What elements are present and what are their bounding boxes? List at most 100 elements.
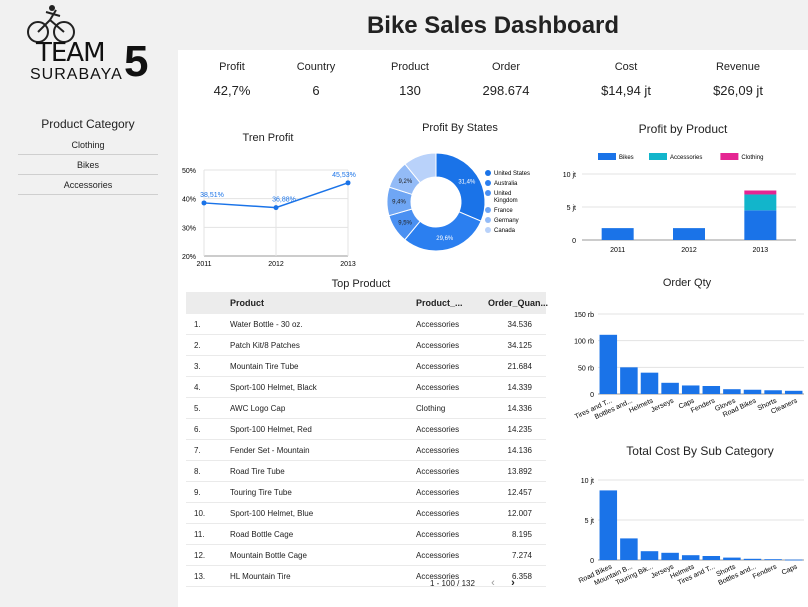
column-header-product[interactable]: Product <box>230 298 416 308</box>
product-name: Sport-100 Helmet, Red <box>230 424 312 434</box>
product-name: Mountain Bottle Cage <box>230 550 307 560</box>
legend-label: United <box>494 191 511 197</box>
legend-swatch <box>485 170 491 176</box>
legend-swatch <box>649 153 667 160</box>
data-point <box>201 200 207 206</box>
column-header-category[interactable]: Product_... <box>416 298 488 308</box>
table-row[interactable]: 7. Fender Set - Mountain Accessories 14.136 <box>186 440 546 461</box>
product-name: HL Mountain Tire <box>230 571 291 581</box>
bar <box>702 556 721 560</box>
table-header: Product Product_... Order_Quan... <box>186 292 548 314</box>
x-tick-label: Jerseys <box>650 397 675 414</box>
filter-item-bikes[interactable]: Bikes <box>18 155 158 175</box>
row-number: 7. <box>194 445 201 455</box>
product-name: Touring Tire Tube <box>230 487 292 497</box>
table-row[interactable]: 11. Road Bottle Cage Accessories 8.195 <box>186 524 546 545</box>
product-category-filter: Product Category Clothing Bikes Accessor… <box>18 117 158 195</box>
bar <box>764 390 782 394</box>
order-quantity: 14.339 <box>507 382 532 392</box>
tren-profit-title: Tren Profit <box>242 132 294 144</box>
y-tick-label: 0 <box>572 238 576 245</box>
table-pagination: 1 - 100 / 132 ‹ › <box>430 577 515 589</box>
kpi-revenue: Revenue $26,09 jt <box>678 61 798 98</box>
legend-swatch <box>485 207 491 213</box>
legend-swatch <box>598 153 616 160</box>
y-tick-label: 40% <box>182 197 196 204</box>
legend-label: Australia <box>494 181 518 187</box>
product-name: Patch Kit/8 Patches <box>230 340 300 350</box>
table-row[interactable]: 6. Sport-100 Helmet, Red Accessories 14.235 <box>186 419 546 440</box>
table-row[interactable]: 8. Road Tire Tube Accessories 13.892 <box>186 461 546 482</box>
y-tick-label: 50% <box>182 168 196 175</box>
sidebar <box>0 0 178 607</box>
product-category: Accessories <box>416 361 460 371</box>
row-number: 5. <box>194 403 201 413</box>
slice-label: 31,4% <box>458 180 476 186</box>
legend-label: United States <box>494 171 530 177</box>
legend-label: Germany <box>494 218 519 224</box>
table-row[interactable]: 5. AWC Logo Cap Clothing 14.336 <box>186 398 546 419</box>
logo-city-text: SURABAYA <box>30 66 123 83</box>
filter-item-accessories[interactable]: Accessories <box>18 175 158 195</box>
table-row[interactable]: 12. Mountain Bottle Cage Accessories 7.274 <box>186 545 546 566</box>
x-tick-label: 2013 <box>753 247 769 254</box>
table-row[interactable]: 10. Sport-100 Helmet, Blue Accessories 12.0… <box>186 503 546 524</box>
bar <box>661 552 679 560</box>
slice-label: 29,6% <box>436 236 454 242</box>
bar <box>620 367 638 394</box>
slice-label: 9,5% <box>398 220 412 226</box>
kpi-cost: Cost $14,94 jt <box>566 61 686 98</box>
slice-label: 9,4% <box>392 200 406 206</box>
x-tick-label: Caps <box>781 563 799 576</box>
bar <box>599 334 618 394</box>
row-number: 6. <box>194 424 201 434</box>
profit-by-states-title: Profit By States <box>422 122 498 134</box>
pie-slice <box>435 152 486 222</box>
table-row[interactable]: 9. Touring Tire Tube Accessories 12.457 <box>186 482 546 503</box>
next-page-button[interactable]: › <box>511 577 515 589</box>
legend-swatch <box>485 227 491 233</box>
x-tick-label: Fenders <box>690 397 717 414</box>
product-name: Road Tire Tube <box>230 466 285 476</box>
legend-swatch <box>485 217 491 223</box>
y-tick-label: 150 rb <box>574 312 594 319</box>
column-header-order-qty[interactable]: Order_Quan... <box>488 298 548 308</box>
legend-swatch <box>720 153 739 160</box>
table-row[interactable]: 3. Mountain Tire Tube Accessories 21.684 <box>186 356 546 377</box>
row-number: 1. <box>194 319 201 329</box>
row-number: 8. <box>194 466 201 476</box>
product-category: Clothing <box>416 403 446 413</box>
order-quantity: 12.457 <box>507 487 532 497</box>
row-number: 10. <box>194 508 206 518</box>
legend-swatch <box>485 190 491 196</box>
product-category: Accessories <box>416 508 460 518</box>
bar <box>640 551 659 560</box>
y-tick-label: 5 jt <box>567 205 576 212</box>
product-name: AWC Logo Cap <box>230 403 286 413</box>
filter-item-clothing[interactable]: Clothing <box>18 135 158 155</box>
product-category: Accessories <box>416 424 460 434</box>
product-name: Mountain Tire Tube <box>230 361 299 371</box>
table-row[interactable]: 4. Sport-100 Helmet, Black Accessories 14.3… <box>186 377 546 398</box>
kpi-label: Order <box>491 61 521 73</box>
row-number: 2. <box>194 340 201 350</box>
prev-page-button[interactable]: ‹ <box>491 577 495 589</box>
profit-by-product-title: Profit by Product <box>638 122 728 136</box>
total-cost-title: Total Cost By Sub Category <box>626 444 774 458</box>
product-name: Sport-100 Helmet, Black <box>230 382 317 392</box>
bar-segment <box>744 194 777 211</box>
legend-label: Kingdom <box>494 198 518 204</box>
page-title: Bike Sales Dashboard <box>366 12 620 39</box>
table-row[interactable]: 1. Water Bottle - 30 oz. Accessories 34.536 <box>186 314 546 335</box>
data-label: 45,53% <box>332 172 356 179</box>
y-tick-label: 20% <box>182 254 196 261</box>
profit-by-states-chart: 31,4% 29,6% 9,5% 9,4% 9,2% United States Austr… <box>386 152 530 252</box>
y-tick-label: 30% <box>182 225 196 232</box>
legend-label: France <box>494 208 513 214</box>
bar <box>620 538 638 560</box>
product-category: Accessories <box>416 466 460 476</box>
kpi-value: 298.674 <box>482 83 530 98</box>
row-number: 12. <box>194 550 206 560</box>
table-row[interactable]: 2. Patch Kit/8 Patches Accessories 34.125 <box>186 335 546 356</box>
y-tick-label: 10 jt <box>563 172 576 179</box>
